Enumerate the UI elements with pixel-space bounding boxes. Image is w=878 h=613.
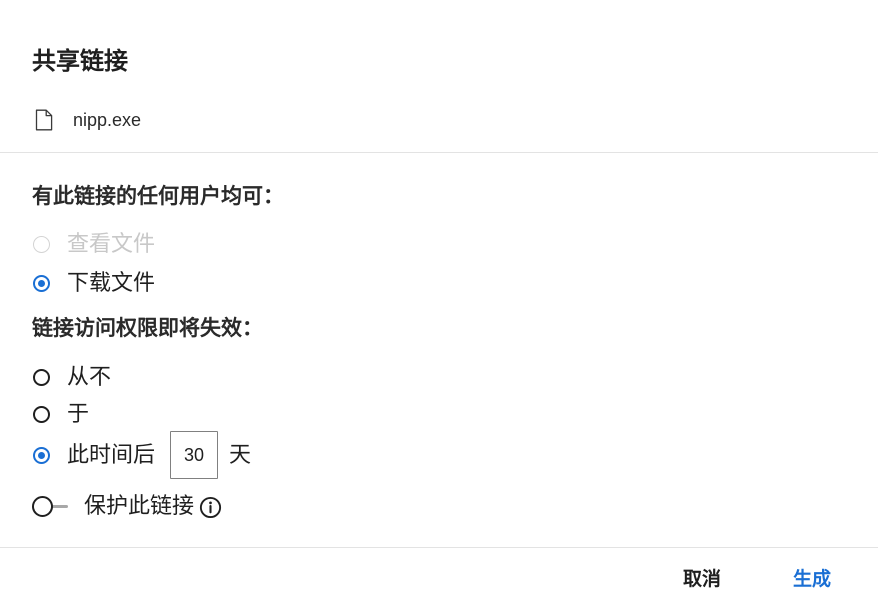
file-icon — [35, 109, 53, 131]
radio-button — [33, 235, 50, 253]
radio-label: 于 — [67, 401, 90, 426]
divider — [0, 547, 878, 548]
permissions-heading: 有此链接的任何用户均可： — [32, 185, 284, 208]
expiry-heading: 链接访问权限即将失效： — [32, 317, 263, 340]
radio-label: 下载文件 — [67, 270, 156, 295]
radio-button[interactable] — [33, 405, 50, 423]
radio-button[interactable] — [33, 274, 50, 292]
info-icon[interactable] — [199, 496, 222, 519]
dialog-title: 共享链接 — [32, 48, 128, 75]
file-name: nipp.exe — [73, 110, 142, 130]
radio-label: 查看文件 — [67, 231, 156, 256]
radio-button[interactable] — [33, 446, 50, 464]
radio-expiry-on-date[interactable]: 于 — [32, 399, 89, 429]
radio-expiry-never[interactable]: 从不 — [32, 362, 111, 392]
radio-label: 从不 — [67, 364, 112, 389]
file-info: nipp.exe — [35, 108, 141, 132]
radio-view-file: 查看文件 — [32, 229, 155, 259]
radio-label: 此时间后 — [67, 442, 156, 467]
protect-link-toggle[interactable] — [32, 496, 68, 517]
toggle-knob — [32, 496, 53, 517]
divider — [0, 152, 878, 153]
cancel-button[interactable]: 取消 — [683, 566, 721, 594]
radio-button[interactable] — [33, 368, 50, 386]
generate-button[interactable]: 生成 — [793, 566, 831, 594]
protect-link-row: 保护此链接 — [32, 491, 222, 521]
days-input[interactable] — [170, 431, 219, 479]
days-unit-label: 天 — [229, 442, 252, 467]
protect-link-label: 保护此链接 — [84, 493, 195, 518]
radio-download-file[interactable]: 下载文件 — [32, 268, 155, 298]
radio-expiry-after-days[interactable]: 此时间后 天 — [32, 431, 251, 479]
